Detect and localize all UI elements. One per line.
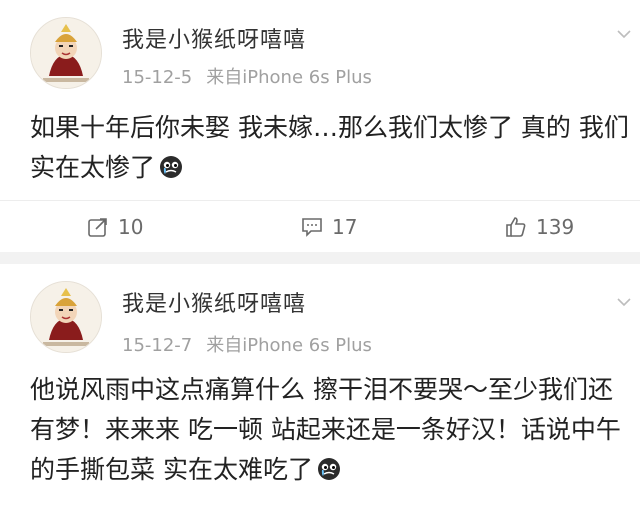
avatar[interactable] bbox=[30, 281, 102, 353]
like-button[interactable]: 139 bbox=[504, 214, 574, 240]
weibo-post: 我是小猴纸呀嘻嘻 15-12-7 来自iPhone 6s Plus 他说风雨中这点… bbox=[0, 264, 640, 508]
post-meta: 15-12-5 来自iPhone 6s Plus bbox=[122, 63, 372, 89]
repost-count: 10 bbox=[118, 215, 144, 239]
crying-face-icon bbox=[159, 151, 183, 178]
post-text: 如果十年后你未娶 我未嫁…那么我们太惨了 真的 我们实在太惨了 bbox=[30, 113, 629, 182]
chevron-down-icon[interactable] bbox=[616, 26, 632, 42]
post-date: 15-12-7 bbox=[122, 335, 193, 356]
username[interactable]: 我是小猴纸呀嘻嘻 bbox=[122, 22, 306, 54]
post-date: 15-12-5 bbox=[122, 67, 193, 88]
post-actions: 10 17 139 bbox=[0, 200, 640, 249]
crying-face-icon bbox=[317, 453, 341, 480]
post-source[interactable]: 来自iPhone 6s Plus bbox=[206, 335, 372, 356]
avatar-cartoon-icon bbox=[31, 282, 101, 352]
avatar-cartoon-icon bbox=[31, 18, 101, 88]
thumbs-up-icon bbox=[506, 217, 526, 237]
repost-icon bbox=[88, 218, 107, 237]
chevron-down-icon[interactable] bbox=[616, 294, 632, 310]
comment-count: 17 bbox=[332, 215, 358, 239]
post-content: 如果十年后你未娶 我未嫁…那么我们太惨了 真的 我们实在太惨了 bbox=[30, 108, 630, 188]
like-count: 139 bbox=[536, 215, 575, 239]
comment-button[interactable]: 17 bbox=[300, 214, 357, 240]
post-source[interactable]: 来自iPhone 6s Plus bbox=[206, 67, 372, 88]
post-content: 他说风雨中这点痛算什么 擦干泪不要哭～至少我们还有梦！来来来 吃一顿 站起来还是… bbox=[30, 370, 630, 490]
avatar[interactable] bbox=[30, 17, 102, 89]
username[interactable]: 我是小猴纸呀嘻嘻 bbox=[122, 286, 306, 318]
repost-button[interactable]: 10 bbox=[86, 214, 143, 240]
weibo-post: 我是小猴纸呀嘻嘻 15-12-5 来自iPhone 6s Plus 如果十年后你未… bbox=[0, 0, 640, 252]
comment-icon bbox=[302, 218, 322, 237]
post-meta: 15-12-7 来自iPhone 6s Plus bbox=[122, 331, 372, 357]
